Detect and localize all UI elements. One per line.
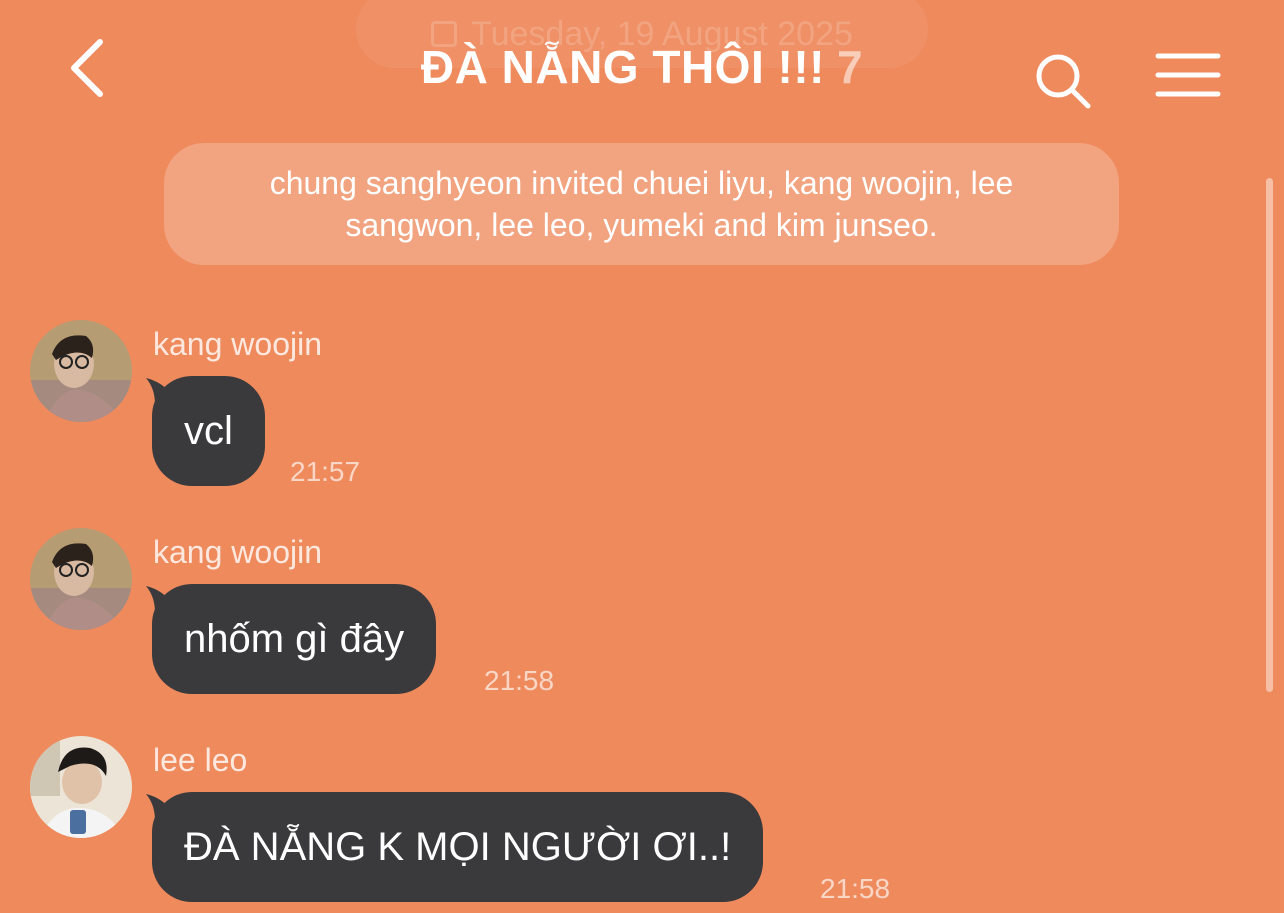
avatar-photo-icon: [30, 736, 132, 838]
sender-name: lee leo: [153, 742, 248, 778]
hamburger-menu-icon: [1155, 53, 1221, 97]
search-button[interactable]: [1030, 48, 1096, 114]
message-text: ĐÀ NẴNG K MỌI NGƯỜI ƠI..!: [184, 825, 732, 869]
avatar-photo-icon: [30, 320, 132, 422]
sender-name: kang woojin: [153, 326, 322, 362]
system-notice: chung sanghyeon invited chuei liyu, kang…: [164, 143, 1119, 265]
message-time: 21:58: [820, 873, 891, 904]
message-bubble[interactable]: vcl: [152, 376, 265, 486]
message-time: 21:57: [290, 456, 361, 487]
system-notice-text: chung sanghyeon invited chuei liyu, kang…: [269, 165, 1014, 243]
message-bubble[interactable]: nhốm gì đây: [152, 584, 437, 694]
message-time: 21:58: [484, 665, 555, 696]
avatar[interactable]: [30, 528, 132, 630]
group-name: ĐÀ NẴNG THÔI !!!: [420, 41, 825, 93]
message-bubble[interactable]: ĐÀ NẴNG K MỌI NGƯỜI ƠI..!: [152, 792, 764, 902]
avatar[interactable]: [30, 736, 132, 838]
message-text: nhốm gì đây: [184, 617, 405, 661]
scrollbar[interactable]: [1266, 178, 1273, 692]
avatar-photo-icon: [30, 528, 132, 630]
sender-name: kang woojin: [153, 534, 322, 570]
search-icon: [1036, 54, 1091, 109]
member-count: 7: [836, 41, 864, 93]
chat-header: ĐÀ NẴNG THÔI !!! 7: [0, 0, 1284, 140]
menu-button[interactable]: [1154, 50, 1224, 104]
avatar[interactable]: [30, 320, 132, 422]
message-text: vcl: [184, 409, 233, 453]
